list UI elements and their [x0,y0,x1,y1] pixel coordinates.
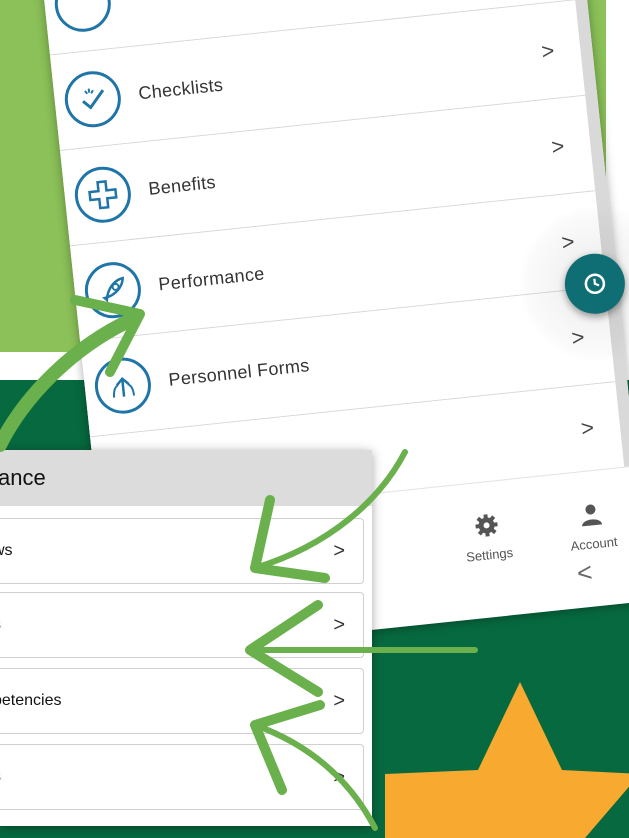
performance-submenu: ance ws > s > petencies > s > [0,450,372,826]
medical-cross-icon [72,163,134,225]
menu-item-label: Benefits [147,171,217,199]
submenu-item[interactable]: s > [0,744,364,810]
submenu-item-label: s [0,616,1,634]
submenu-header: ance [0,450,372,506]
menu-item-label: Performance [157,263,266,295]
menu-item-label: Personnel Forms [167,355,311,390]
menu-item-label: Checklists [137,74,225,104]
chevron-right-icon: > [333,613,345,636]
account-nav-item[interactable]: Account [545,497,629,556]
submenu-item[interactable]: petencies > [0,668,364,734]
back-chevron-icon[interactable]: < [575,557,593,589]
settings-nav-item[interactable]: Settings [440,508,535,567]
chevron-right-icon: > [333,539,345,562]
submenu-item[interactable]: s > [0,592,364,658]
chevron-right-icon: > [333,765,345,788]
account-label: Account [569,533,619,554]
submenu-item-label: s [0,768,1,786]
gear-icon [475,514,498,537]
submenu-item[interactable]: ws > [0,518,364,584]
person-icon [582,504,603,527]
clock-icon [584,273,606,295]
checklist-icon [62,67,124,130]
circle-icon [51,0,114,35]
submenu-title: ance [0,465,46,490]
rocket-icon [82,258,144,321]
chevron-right-icon: > [550,132,566,159]
chevron-right-icon: > [333,689,345,712]
submenu-item-label: ws [0,542,13,559]
submenu-item-label: petencies [0,692,62,709]
settings-label: Settings [465,544,514,565]
chevron-right-icon: > [579,414,596,441]
person-upload-icon [92,354,154,416]
chevron-right-icon: > [540,37,556,64]
